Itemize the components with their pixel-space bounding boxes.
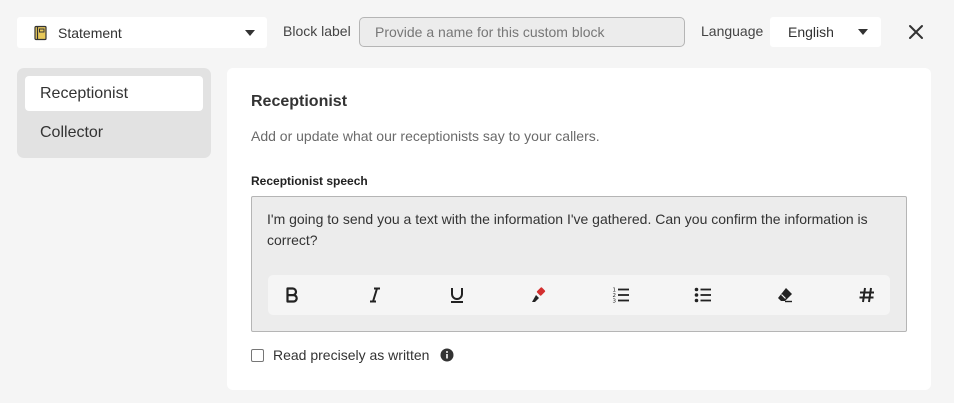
book-icon: [34, 25, 47, 40]
sidebar-item-label: Collector: [40, 123, 104, 141]
format-toolbar: 1 2 3: [268, 275, 890, 315]
read-precisely-row: Read precisely as written: [251, 346, 454, 364]
chevron-down-icon: [858, 29, 868, 35]
svg-text:3: 3: [613, 299, 617, 305]
numbered-list-icon: 1 2 3: [613, 288, 629, 305]
bold-icon: [286, 287, 298, 303]
top-bar: Statement Block label Language English: [0, 0, 954, 64]
sidebar: Receptionist Collector: [17, 68, 211, 158]
bold-button[interactable]: [280, 283, 304, 307]
close-icon: [909, 25, 923, 39]
italic-icon: [370, 287, 380, 303]
sidebar-item-label: Receptionist: [40, 84, 129, 102]
underline-icon: [451, 288, 463, 303]
block-type-value: Statement: [58, 24, 122, 41]
highlighter-icon: [532, 287, 546, 302]
close-button[interactable]: [905, 21, 927, 43]
language-select[interactable]: English: [770, 17, 881, 47]
numbered-list-button[interactable]: 1 2 3: [609, 283, 633, 307]
chevron-down-icon: [245, 30, 255, 36]
block-type-select[interactable]: Statement: [17, 17, 267, 48]
hashtag-button[interactable]: [855, 283, 879, 307]
block-label-label: Block label: [283, 23, 351, 39]
eraser-button[interactable]: [773, 283, 797, 307]
speech-text[interactable]: I'm going to send you a text with the in…: [267, 209, 887, 251]
block-label-input[interactable]: [359, 17, 685, 47]
panel-description: Add or update what our receptionists say…: [251, 128, 600, 144]
sidebar-item-collector[interactable]: Collector: [25, 115, 203, 150]
bullet-list-button[interactable]: [691, 283, 715, 307]
italic-button[interactable]: [363, 283, 387, 307]
panel-title: Receptionist: [251, 93, 348, 110]
language-label: Language: [701, 23, 764, 39]
speech-editor[interactable]: I'm going to send you a text with the in…: [251, 196, 907, 332]
speech-field-label: Receptionist speech: [251, 174, 368, 188]
underline-button[interactable]: [445, 283, 469, 307]
info-icon[interactable]: [440, 348, 454, 362]
sidebar-item-receptionist[interactable]: Receptionist: [25, 76, 203, 111]
read-precisely-label: Read precisely as written: [273, 347, 430, 363]
read-precisely-checkbox[interactable]: [251, 348, 264, 362]
hashtag-icon: [859, 287, 874, 303]
content-panel: Receptionist Add or update what our rece…: [227, 68, 931, 390]
eraser-icon: [778, 288, 792, 303]
language-value: English: [788, 24, 834, 40]
highlighter-button[interactable]: [527, 283, 551, 307]
bullet-list-icon: [694, 287, 711, 303]
